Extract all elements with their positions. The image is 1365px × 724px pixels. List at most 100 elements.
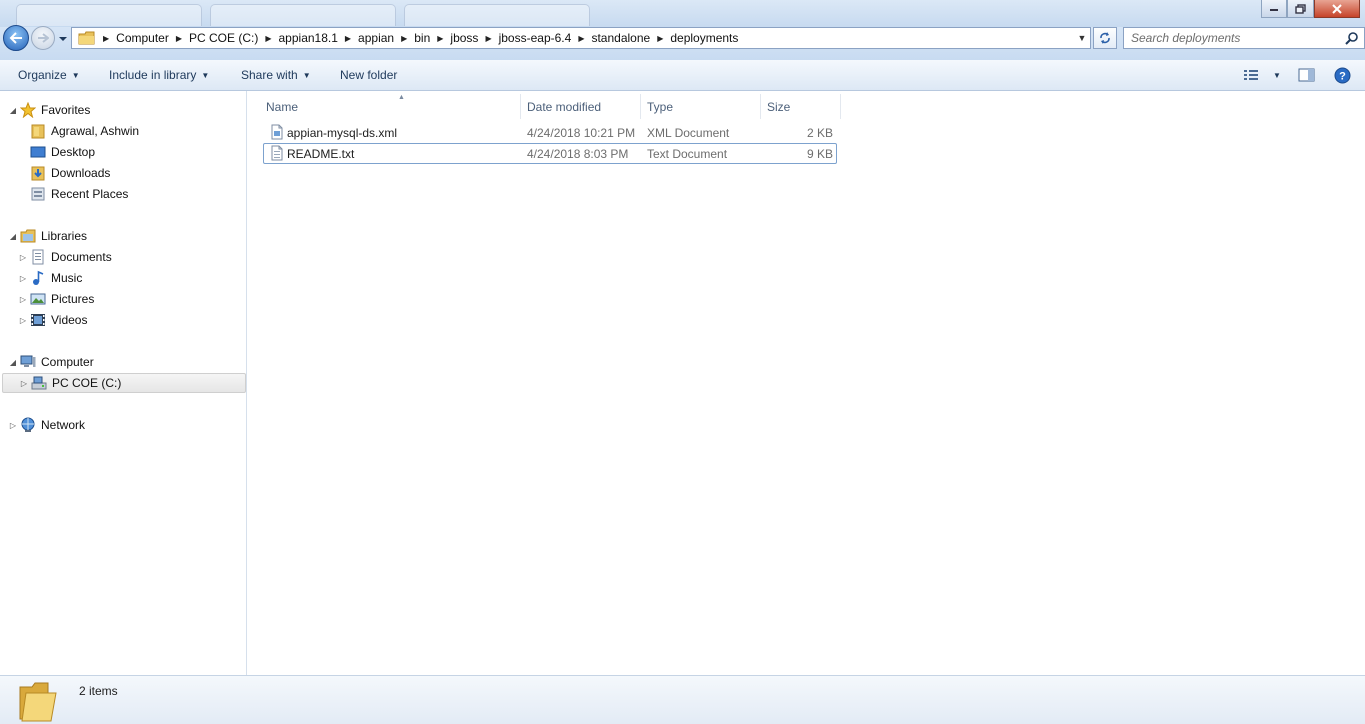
chevron-down-icon: ▼ <box>201 70 210 80</box>
nav-item-desktop[interactable]: Desktop <box>30 142 95 162</box>
nav-item-label: Pictures <box>51 292 95 306</box>
nav-item-videos[interactable]: ▷ Videos <box>18 310 88 330</box>
nav-computer[interactable]: ◢ Computer <box>8 352 94 372</box>
view-list-icon <box>1244 70 1258 80</box>
column-header-label: Size <box>767 99 791 114</box>
nav-item-recent-places[interactable]: Recent Places <box>30 184 128 204</box>
address-history-dropdown[interactable]: ▼ <box>1074 33 1090 43</box>
nav-libraries[interactable]: ◢ Libraries <box>8 226 87 246</box>
background-tab[interactable] <box>404 4 590 26</box>
recent-pages-dropdown[interactable] <box>58 34 68 44</box>
search-input[interactable] <box>1124 29 1345 47</box>
user-folder-icon <box>30 123 46 139</box>
breadcrumb-appian[interactable]: appian <box>354 31 398 45</box>
preview-pane-icon <box>1298 68 1315 82</box>
nav-item-downloads[interactable]: Downloads <box>30 163 110 183</box>
navigation-pane: ◢ Favorites Agrawal, Ashwin Desktop Down… <box>0 91 247 675</box>
view-options-button[interactable]: ▼ <box>1243 66 1281 84</box>
nav-favorites[interactable]: ◢ Favorites <box>8 100 90 120</box>
nav-item-documents[interactable]: ▷ Documents <box>18 247 112 267</box>
command-bar: Organize ▼ Include in library ▼ Share with… <box>0 60 1365 91</box>
back-arrow-icon <box>9 32 22 44</box>
organize-menu[interactable]: Organize ▼ <box>18 68 80 82</box>
videos-icon <box>30 312 46 328</box>
refresh-button[interactable] <box>1093 27 1117 49</box>
nav-item-agrawal-ashwin[interactable]: Agrawal, Ashwin <box>30 121 139 141</box>
search-icon[interactable] <box>1345 31 1359 45</box>
background-tab[interactable] <box>16 4 202 26</box>
svg-text:?: ? <box>1339 70 1346 82</box>
file-name: README.txt <box>287 146 355 161</box>
collapsed-arrow-icon[interactable]: ▷ <box>8 421 18 430</box>
breadcrumb-separator[interactable]: ▶ <box>100 34 112 43</box>
nav-network-label: Network <box>41 418 86 432</box>
nav-libraries-label: Libraries <box>41 229 88 243</box>
share-with-menu[interactable]: Share with ▼ <box>241 68 311 82</box>
forward-button[interactable] <box>31 26 55 50</box>
collapsed-arrow-icon[interactable]: ▷ <box>18 316 28 325</box>
breadcrumb-bin[interactable]: bin <box>410 31 434 45</box>
drive-icon <box>31 375 47 391</box>
breadcrumb-separator[interactable]: ▶ <box>173 34 185 43</box>
breadcrumb-deployments[interactable]: deployments <box>666 31 742 45</box>
chevron-down-icon: ▼ <box>71 70 80 80</box>
breadcrumb-drive[interactable]: PC COE (C:) <box>185 31 262 45</box>
column-header-date-modified[interactable]: Date modified <box>521 94 641 119</box>
breadcrumb-computer[interactable]: Computer <box>112 31 173 45</box>
column-header-label: Date modified <box>527 99 602 114</box>
minimize-button[interactable] <box>1261 0 1287 18</box>
status-bar: 2 items <box>0 675 1365 724</box>
breadcrumb-separator[interactable]: ▶ <box>262 34 274 43</box>
breadcrumb-separator[interactable]: ▶ <box>482 34 494 43</box>
collapsed-arrow-icon[interactable]: ▷ <box>18 295 28 304</box>
breadcrumb-separator[interactable]: ▶ <box>575 34 587 43</box>
nav-item-music[interactable]: ▷ Music <box>18 268 82 288</box>
collapsed-arrow-icon[interactable]: ▷ <box>19 379 29 388</box>
column-header-type[interactable]: Type <box>641 94 761 119</box>
restore-button[interactable] <box>1287 0 1314 18</box>
column-header-name[interactable]: Name ▲ <box>260 94 521 119</box>
chevron-down-icon[interactable]: ▼ <box>1273 71 1281 80</box>
nav-network[interactable]: ▷ Network <box>8 415 85 435</box>
breadcrumb-separator[interactable]: ▶ <box>654 34 666 43</box>
breadcrumb-jboss[interactable]: jboss <box>446 31 482 45</box>
expanded-arrow-icon[interactable]: ◢ <box>8 358 18 367</box>
libraries-icon <box>20 228 36 244</box>
file-row[interactable]: README.txt 4/24/2018 8:03 PM Text Docume… <box>263 143 837 164</box>
nav-item-label: Documents <box>51 250 112 264</box>
help-button[interactable]: ? <box>1334 66 1351 84</box>
column-header-label: Type <box>647 99 674 114</box>
downloads-icon <box>30 165 46 181</box>
column-header-size[interactable]: Size <box>761 94 841 119</box>
breadcrumb-separator[interactable]: ▶ <box>434 34 446 43</box>
include-in-library-menu[interactable]: Include in library ▼ <box>109 68 209 82</box>
forward-arrow-icon <box>38 33 49 43</box>
refresh-icon <box>1100 32 1110 44</box>
preview-pane-button[interactable] <box>1298 66 1315 84</box>
breadcrumb-jboss-eap[interactable]: jboss-eap-6.4 <box>495 31 576 45</box>
back-button[interactable] <box>3 25 29 51</box>
file-row[interactable]: appian-mysql-ds.xml 4/24/2018 10:21 PM X… <box>263 122 837 143</box>
breadcrumb-standalone[interactable]: standalone <box>587 31 654 45</box>
nav-item-pictures[interactable]: ▷ Pictures <box>18 289 94 309</box>
expanded-arrow-icon[interactable]: ◢ <box>8 232 18 241</box>
xml-file-icon <box>269 124 285 143</box>
restore-icon <box>1295 3 1306 14</box>
nav-item-pc-coe-drive[interactable]: ▷ PC COE (C:) <box>2 373 246 393</box>
collapsed-arrow-icon[interactable]: ▷ <box>18 274 28 283</box>
collapsed-arrow-icon[interactable]: ▷ <box>18 253 28 262</box>
nav-computer-label: Computer <box>41 355 94 369</box>
documents-icon <box>30 249 46 265</box>
breadcrumb-separator[interactable]: ▶ <box>342 34 354 43</box>
chevron-down-icon: ▼ <box>302 70 311 80</box>
file-date: 4/24/2018 8:03 PM <box>527 146 629 161</box>
new-folder-button[interactable]: New folder <box>340 68 397 82</box>
expanded-arrow-icon[interactable]: ◢ <box>8 106 18 115</box>
background-tab[interactable] <box>210 4 396 26</box>
file-name: appian-mysql-ds.xml <box>287 125 398 140</box>
breadcrumb-separator[interactable]: ▶ <box>398 34 410 43</box>
breadcrumb-appian18[interactable]: appian18.1 <box>275 31 342 45</box>
close-button[interactable] <box>1314 0 1360 18</box>
status-item-count: 2 items <box>79 684 118 698</box>
address-bar[interactable]: ▶ Computer ▶ PC COE (C:) ▶ appian18.1 ▶ … <box>71 27 1091 49</box>
